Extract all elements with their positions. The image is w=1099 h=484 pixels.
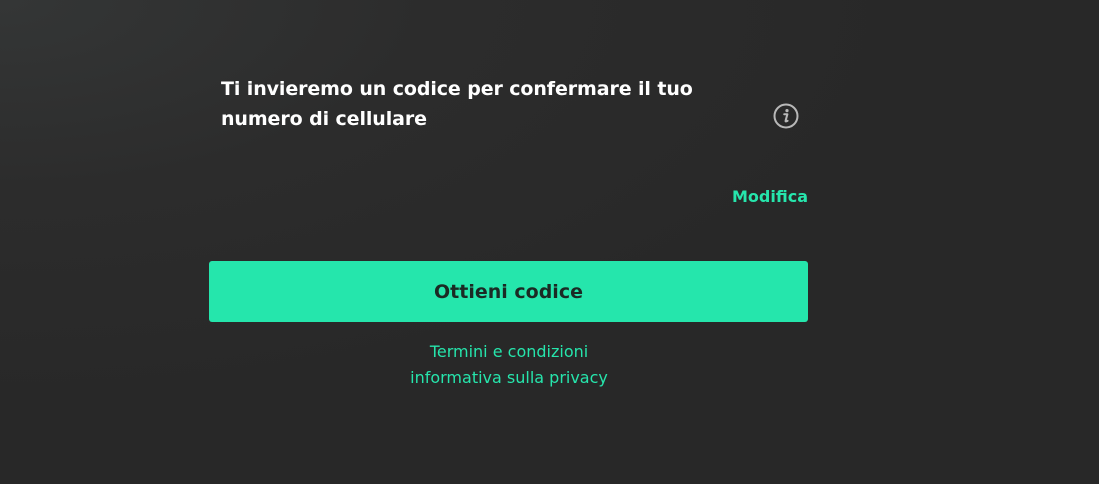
- terms-link[interactable]: Termini e condizioni: [359, 339, 659, 365]
- info-icon[interactable]: [773, 103, 799, 129]
- verification-heading: Ti invieremo un codice per confermare il…: [221, 78, 693, 130]
- phone-verification-page: Ti invieremo un codice per confermare il…: [0, 0, 1099, 484]
- footer-links: Termini e condizioni informativa sulla p…: [359, 339, 659, 391]
- privacy-link[interactable]: informativa sulla privacy: [359, 365, 659, 391]
- get-code-button[interactable]: Ottieni codice: [209, 261, 808, 322]
- edit-phone-link[interactable]: Modifica: [700, 186, 808, 208]
